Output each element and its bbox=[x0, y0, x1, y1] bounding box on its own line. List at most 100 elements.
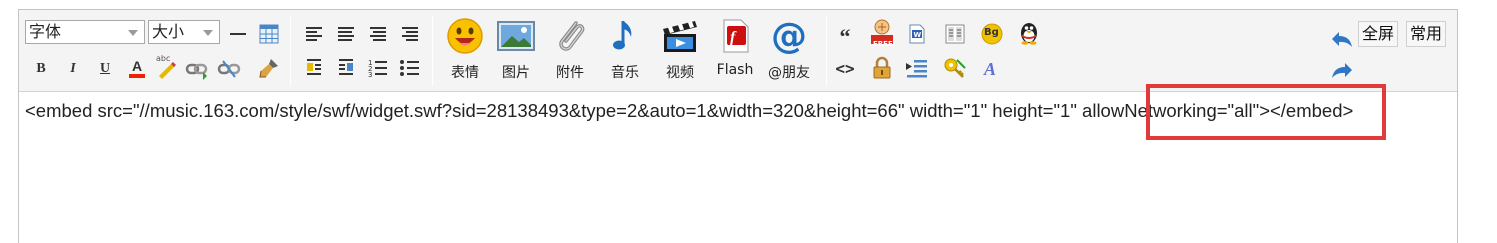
italic-button[interactable]: I bbox=[61, 57, 85, 81]
font-size-value: 大小 bbox=[152, 22, 185, 41]
common-button[interactable]: 常用 bbox=[1406, 21, 1447, 47]
toolbar-separator bbox=[826, 16, 827, 86]
bold-button[interactable]: B bbox=[29, 57, 53, 81]
image-label: 图片 bbox=[502, 65, 530, 81]
ordered-list-icon: 1 2 3 bbox=[368, 59, 387, 79]
align-left-icon bbox=[306, 27, 322, 41]
fullscreen-button[interactable]: 全屏 bbox=[1358, 21, 1399, 47]
font-color-icon: A bbox=[131, 58, 143, 74]
code-icon: <> bbox=[835, 58, 855, 78]
align-right-button[interactable] bbox=[366, 22, 390, 46]
font-size-select[interactable]: 大小 bbox=[148, 20, 220, 44]
attachment-icon bbox=[550, 16, 590, 56]
video-button[interactable]: 视频 bbox=[658, 14, 702, 88]
columns-icon bbox=[945, 24, 965, 44]
chevron-down-icon bbox=[203, 30, 213, 36]
music-label: 音乐 bbox=[611, 65, 639, 81]
float-right-button[interactable] bbox=[334, 56, 358, 80]
font-family-value: 字体 bbox=[29, 22, 62, 41]
svg-text:3: 3 bbox=[368, 71, 372, 79]
align-justify-button[interactable] bbox=[398, 22, 422, 46]
flash-label: Flash bbox=[716, 62, 754, 78]
underline-icon: U bbox=[99, 61, 111, 76]
free-label: FREE bbox=[873, 40, 893, 48]
float-left-icon bbox=[307, 59, 321, 75]
emoji-label: 表情 bbox=[451, 65, 479, 81]
font-family-select[interactable]: 字体 bbox=[25, 20, 145, 44]
code-button[interactable]: <> bbox=[833, 56, 857, 80]
quote-button[interactable]: “ bbox=[833, 22, 857, 49]
redo-button[interactable] bbox=[1330, 58, 1354, 82]
free-button[interactable]: FREE bbox=[870, 19, 894, 48]
attachment-label: 附件 bbox=[556, 65, 584, 81]
columns-button[interactable] bbox=[943, 22, 967, 46]
align-center-button[interactable] bbox=[334, 22, 358, 46]
key-icon bbox=[944, 58, 966, 78]
undo-icon bbox=[1332, 32, 1352, 47]
toolbar-separator bbox=[432, 16, 433, 86]
flash-icon: f bbox=[715, 16, 755, 56]
horizontal-rule-button[interactable] bbox=[226, 22, 250, 46]
post-list-button[interactable] bbox=[905, 56, 929, 80]
font-color-bar bbox=[129, 74, 145, 78]
attachment-button[interactable]: 附件 bbox=[548, 14, 592, 88]
clear-format-button[interactable] bbox=[257, 56, 281, 80]
music-icon bbox=[605, 16, 645, 56]
editor-toolbar: 字体 大小 B I U A abc 1 2 3 表情 图片 附件 音乐 视频 f… bbox=[19, 10, 1457, 92]
flash-button[interactable]: f Flash bbox=[713, 14, 757, 88]
svg-text:@: @ bbox=[771, 16, 807, 56]
abc-label: abc bbox=[156, 54, 171, 63]
at-friend-icon: @ bbox=[769, 16, 809, 56]
font-a-icon: A bbox=[983, 59, 996, 79]
float-right-icon bbox=[339, 59, 353, 75]
background-button[interactable]: Bg bbox=[980, 22, 1004, 46]
unlink-icon bbox=[217, 60, 241, 78]
rich-text-editor: 字体 大小 B I U A abc 1 2 3 表情 图片 附件 音乐 视频 f… bbox=[18, 9, 1458, 243]
chevron-down-icon bbox=[128, 30, 138, 36]
float-left-button[interactable] bbox=[302, 56, 326, 80]
font-style-button[interactable]: A bbox=[980, 56, 1004, 80]
horizontal-rule-icon bbox=[230, 33, 246, 35]
lock-icon bbox=[873, 56, 891, 79]
toolbar-separator bbox=[290, 16, 291, 86]
link-icon bbox=[185, 63, 208, 80]
list-arrow-icon bbox=[906, 60, 927, 78]
image-icon bbox=[496, 16, 536, 56]
font-color-button[interactable]: A bbox=[125, 56, 149, 80]
emoji-icon bbox=[445, 16, 485, 56]
svg-text:W: W bbox=[914, 31, 922, 39]
word-paste-button[interactable]: W bbox=[905, 22, 929, 46]
table-button[interactable] bbox=[257, 22, 281, 46]
svg-text:A: A bbox=[983, 59, 996, 79]
align-center-icon bbox=[338, 27, 354, 41]
unordered-list-button[interactable] bbox=[398, 56, 422, 80]
unordered-list-icon bbox=[400, 60, 419, 76]
bg-label: Bg bbox=[984, 27, 999, 38]
at-friend-button[interactable]: @ @朋友 bbox=[767, 14, 811, 88]
video-label: 视频 bbox=[666, 65, 694, 81]
music-button[interactable]: 音乐 bbox=[603, 14, 647, 88]
qq-button[interactable] bbox=[1017, 21, 1041, 45]
unlink-button[interactable] bbox=[217, 57, 241, 81]
emoji-button[interactable]: 表情 bbox=[443, 14, 487, 88]
at-friend-label: @朋友 bbox=[768, 65, 810, 81]
word-icon: W bbox=[909, 24, 925, 44]
table-icon bbox=[259, 24, 279, 44]
highlight-box bbox=[1146, 84, 1386, 140]
password-button[interactable] bbox=[943, 56, 967, 80]
align-right-icon bbox=[370, 27, 386, 41]
bold-icon: B bbox=[36, 61, 46, 76]
quote-icon: “ bbox=[839, 24, 851, 49]
italic-icon: I bbox=[70, 61, 76, 76]
align-left-button[interactable] bbox=[302, 22, 326, 46]
underline-button[interactable]: U bbox=[93, 57, 117, 81]
ordered-list-button[interactable]: 1 2 3 bbox=[366, 56, 390, 80]
spellcheck-button[interactable]: abc bbox=[155, 54, 179, 80]
qq-penguin-icon bbox=[1021, 23, 1037, 45]
insert-link-button[interactable] bbox=[185, 57, 209, 81]
hide-content-button[interactable] bbox=[870, 56, 894, 80]
redo-icon bbox=[1332, 63, 1352, 78]
image-button[interactable]: 图片 bbox=[494, 14, 538, 88]
video-icon bbox=[660, 16, 700, 56]
undo-button[interactable] bbox=[1330, 27, 1354, 51]
